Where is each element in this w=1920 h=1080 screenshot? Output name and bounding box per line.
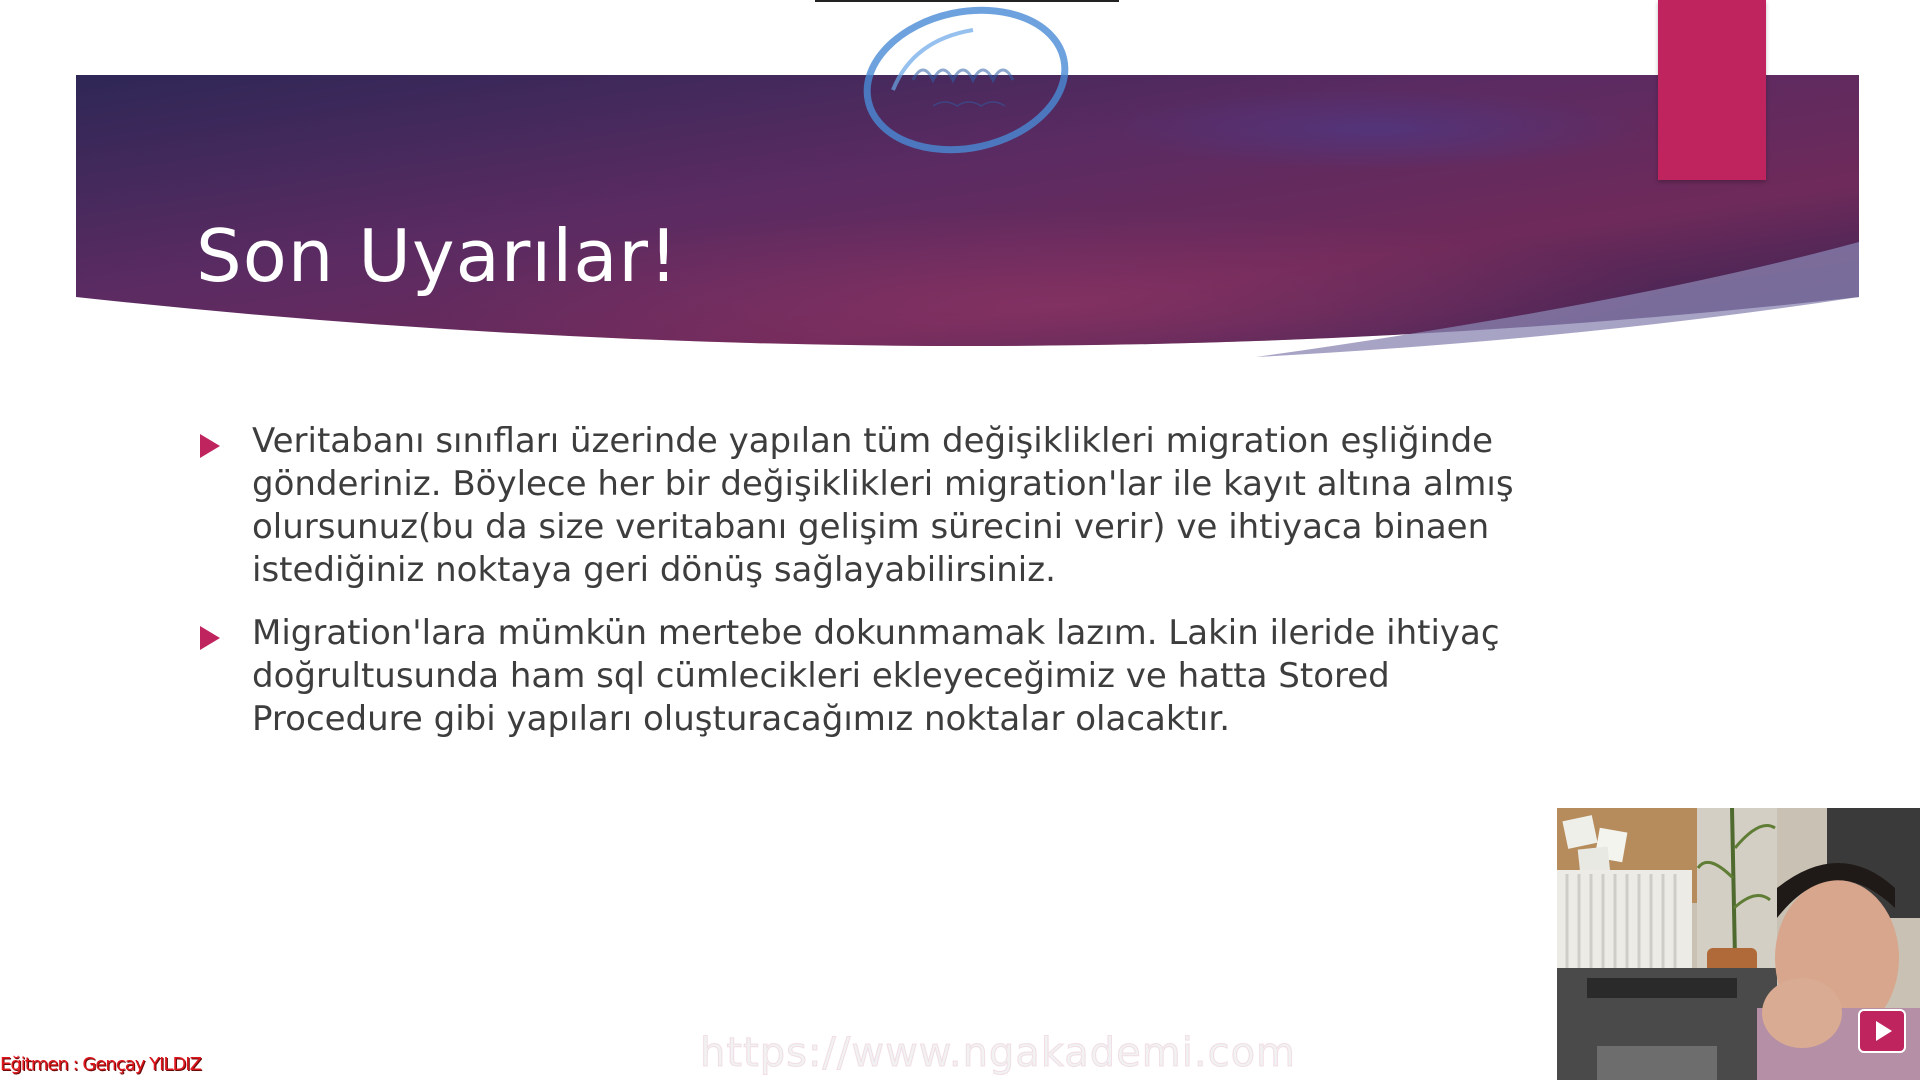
ngakademi-logo-icon [863, 6, 1069, 154]
bullet-arrow-icon [200, 434, 220, 458]
bullet-item: Migration'lara mümkün mertebe dokunmamak… [196, 612, 1566, 741]
accent-block [1658, 0, 1766, 180]
bullet-text: Migration'lara mümkün mertebe dokunmamak… [252, 613, 1500, 739]
bullet-text: Veritabanı sınıfları üzerinde yapılan tü… [252, 421, 1514, 590]
play-icon [1876, 1021, 1892, 1041]
bullet-arrow-icon [200, 626, 220, 650]
play-button[interactable] [1858, 1009, 1906, 1053]
instructor-label: Eğitmen : Gençay YILDIZ [0, 1054, 202, 1075]
bullet-list: Veritabanı sınıfları üzerinde yapılan tü… [196, 420, 1566, 761]
bullet-item: Veritabanı sınıfları üzerinde yapılan tü… [196, 420, 1566, 592]
watermark-url: https://www.ngakademi.com [699, 1030, 1297, 1077]
slide-title: Son Uyarılar! [196, 214, 679, 299]
